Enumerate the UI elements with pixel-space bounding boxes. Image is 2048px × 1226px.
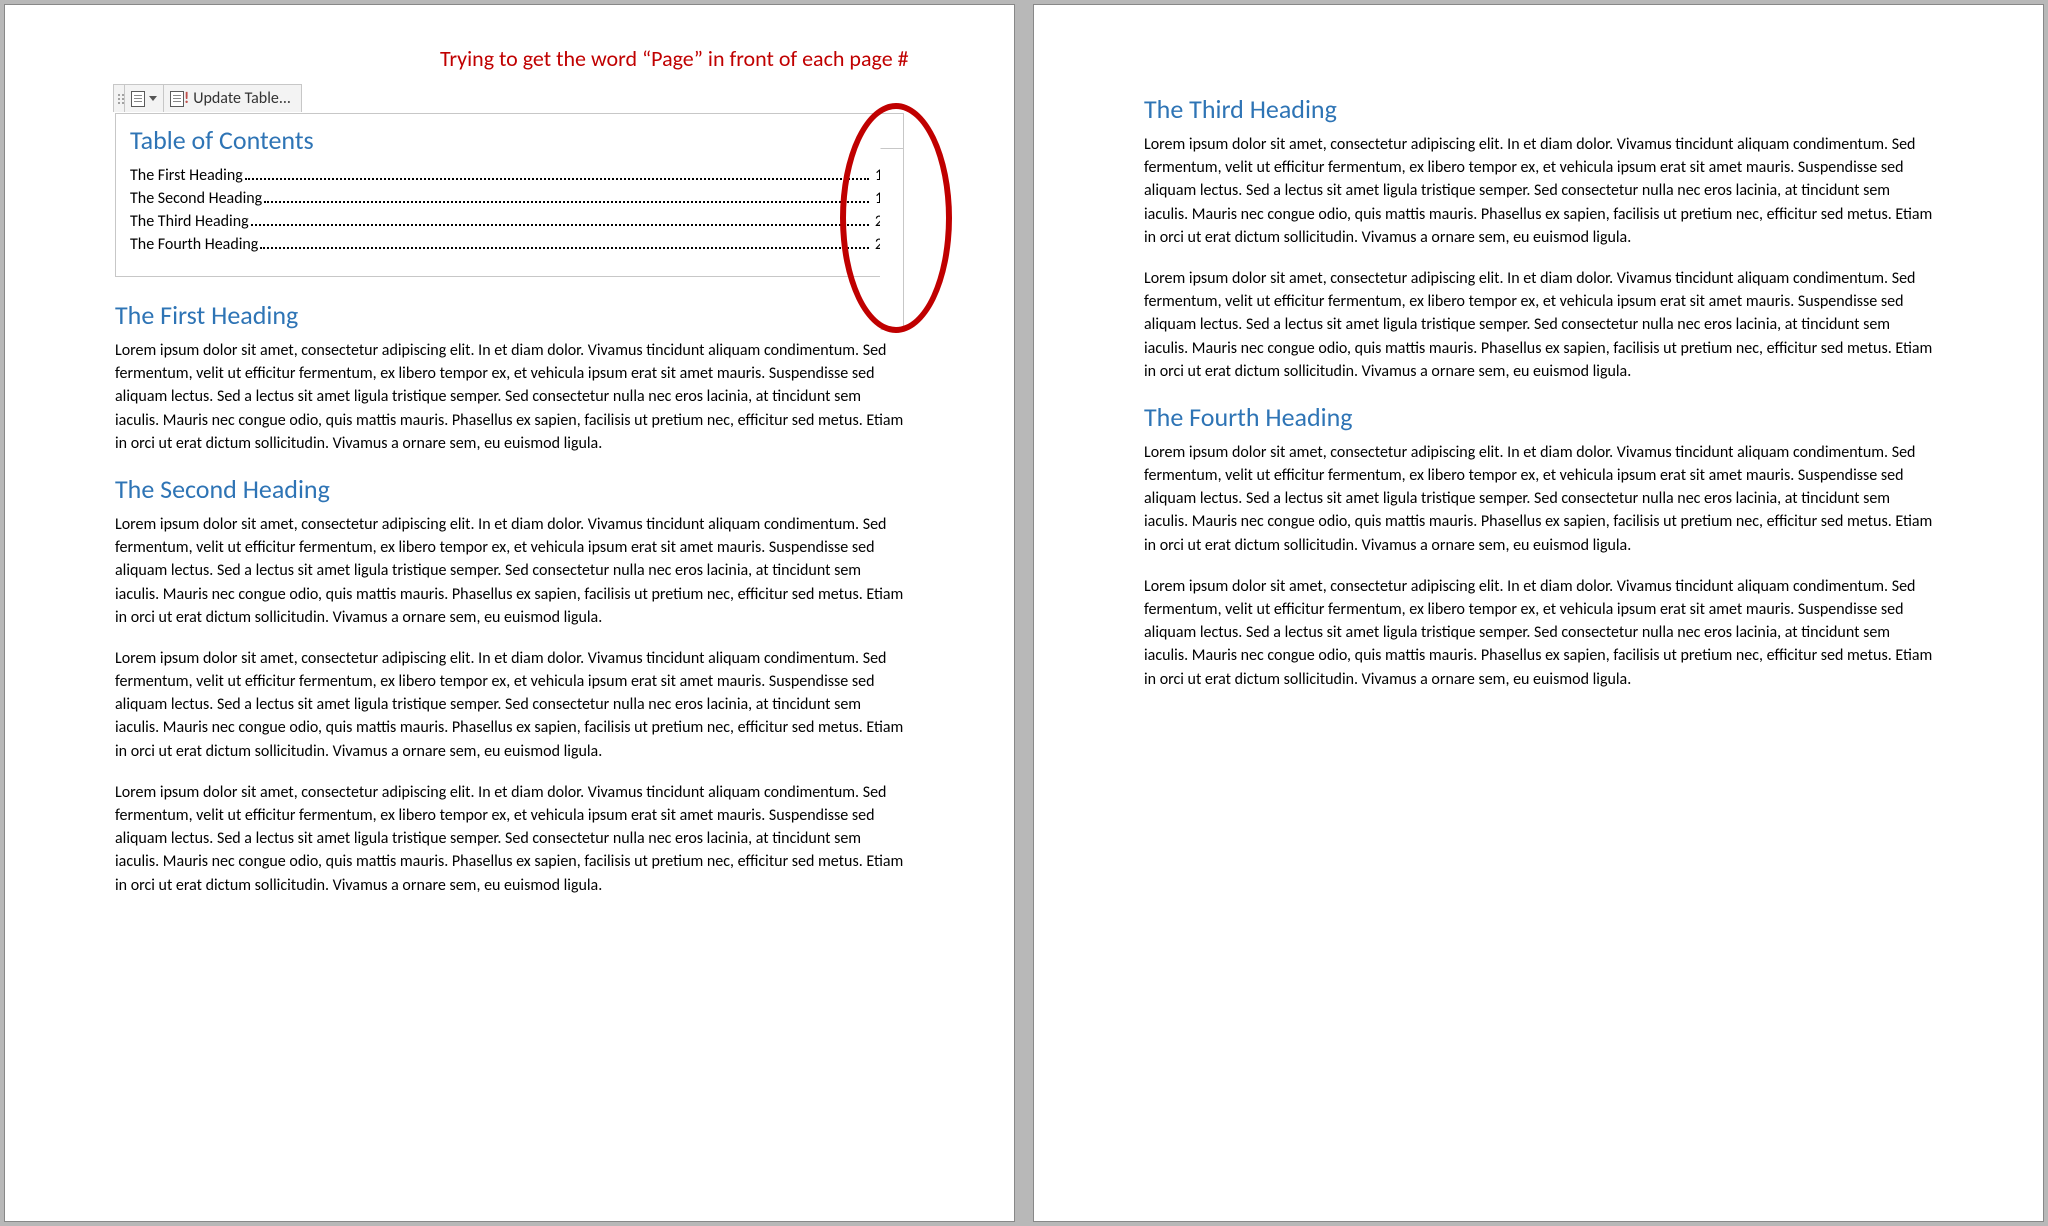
exclamation-icon: ! (184, 89, 191, 108)
update-table-label: Update Table... (191, 89, 295, 108)
toc-entry-label: The First Heading (130, 166, 243, 185)
toc-row[interactable]: The Fourth Heading 2 (130, 235, 889, 254)
toc-row[interactable]: The Second Heading 1 (130, 189, 889, 208)
toc-leader-dots (245, 178, 869, 180)
page-icon (170, 91, 184, 107)
heading-2: The Second Heading (115, 473, 904, 505)
toc-field-toolbar: ! Update Table... (113, 84, 302, 112)
body-paragraph: Lorem ipsum dolor sit amet, consectetur … (1144, 133, 1933, 249)
toc-container[interactable]: Table of Contents The First Heading 1 Th… (115, 113, 904, 277)
body-paragraph: Lorem ipsum dolor sit amet, consectetur … (115, 647, 904, 763)
heading-1: The First Heading (115, 299, 904, 331)
toc-entry-label: The Fourth Heading (130, 235, 258, 254)
chevron-down-icon (149, 96, 157, 101)
toc-style-dropdown[interactable] (125, 85, 164, 112)
toc-row[interactable]: The Third Heading 2 (130, 212, 889, 231)
page-icon (131, 91, 145, 107)
body-paragraph: Lorem ipsum dolor sit amet, consectetur … (1144, 441, 1933, 557)
body-paragraph: Lorem ipsum dolor sit amet, consectetur … (115, 339, 904, 455)
page-1: Trying to get the word “Page” in front o… (4, 4, 1015, 1222)
body-paragraph: Lorem ipsum dolor sit amet, consectetur … (1144, 267, 1933, 383)
annotation-text: Trying to get the word “Page” in front o… (440, 45, 909, 72)
toc-handle[interactable] (114, 85, 125, 112)
body-paragraph: Lorem ipsum dolor sit amet, consectetur … (115, 513, 904, 629)
toc-entry-label: The Second Heading (130, 189, 262, 208)
toc-entry-label: The Third Heading (130, 212, 249, 231)
update-table-button[interactable]: ! Update Table... (164, 85, 301, 112)
page-2: The Third Heading Lorem ipsum dolor sit … (1033, 4, 2044, 1222)
toc-leader-dots (264, 201, 869, 203)
toc-leader-dots (251, 224, 869, 226)
toc-row[interactable]: The First Heading 1 (130, 166, 889, 185)
body-paragraph: Lorem ipsum dolor sit amet, consectetur … (115, 781, 904, 897)
toc-title: Table of Contents (130, 124, 889, 156)
toc-leader-dots (260, 247, 869, 249)
heading-3: The Third Heading (1144, 93, 1933, 125)
toc-right-tab (880, 148, 904, 330)
body-paragraph: Lorem ipsum dolor sit amet, consectetur … (1144, 575, 1933, 691)
heading-4: The Fourth Heading (1144, 401, 1933, 433)
